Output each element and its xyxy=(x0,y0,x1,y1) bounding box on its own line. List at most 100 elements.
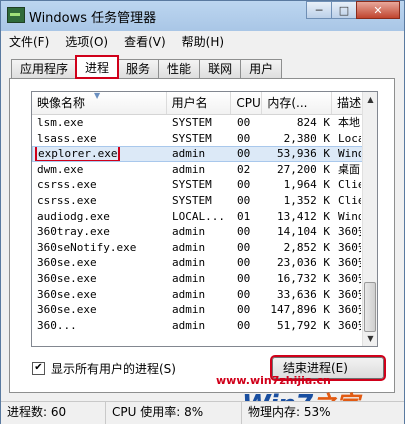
cell-user: admin xyxy=(172,162,206,176)
cell-mem: 1,352 K xyxy=(283,193,330,207)
cell-name: lsass.exe xyxy=(37,131,97,145)
cell-user: admin xyxy=(172,318,206,332)
cell-cpu: 00 xyxy=(237,116,251,129)
menu-bar: 文件(F) 选项(O) 查看(V) 帮助(H) xyxy=(1,31,404,51)
cell-mem: 53,936 K xyxy=(277,147,330,161)
cell-mem: 51,792 K xyxy=(277,318,330,332)
tab-strip: 应用程序 进程 服务 性能 联网 用户 xyxy=(11,55,283,79)
cell-cpu: 00 xyxy=(237,147,251,161)
show-all-users-label: 显示所有用户的进程(S) xyxy=(51,362,176,376)
show-all-users-option[interactable]: ✔ 显示所有用户的进程(S) xyxy=(32,360,176,377)
list-header: ▼ 映像名称 用户名 CPU 内存(... 描述 xyxy=(32,92,377,115)
table-row[interactable]: csrss.exe SYSTEM 00 1,964 K Clie xyxy=(32,177,377,193)
scroll-down-icon[interactable]: ▼ xyxy=(363,331,377,346)
table-row[interactable]: csrss.exe SYSTEM 00 1,352 K Clie xyxy=(32,193,377,209)
table-row[interactable]: audiodg.exe LOCAL... 01 13,412 K Windo xyxy=(32,209,377,225)
cell-name: 360tray.exe xyxy=(37,225,110,239)
column-header-image-name[interactable]: ▼ 映像名称 xyxy=(32,92,167,114)
table-row[interactable]: dwm.exe admin 02 27,200 K 桌面 xyxy=(32,162,377,178)
cell-name: 360se.exe xyxy=(37,303,97,317)
cell-user: admin xyxy=(172,147,206,161)
cell-desc: 360安 xyxy=(338,225,361,239)
table-row[interactable]: lsm.exe SYSTEM 00 824 K 本地 xyxy=(32,115,377,131)
cell-name: 360se.exe xyxy=(37,271,97,285)
window-title: Windows 任务管理器 xyxy=(29,11,157,26)
cell-cpu: 00 xyxy=(237,193,251,207)
close-button[interactable]: ✕ xyxy=(356,1,400,19)
cell-desc: Clie xyxy=(338,193,361,207)
cell-cpu: 00 xyxy=(237,318,251,332)
table-row[interactable]: 360se.exe admin 00 33,636 K 360安 xyxy=(32,287,377,303)
cell-name: 360seNotify.exe xyxy=(37,240,137,254)
cell-cpu: 00 xyxy=(237,131,251,145)
cell-desc: Local xyxy=(338,131,361,145)
table-row[interactable]: explorer.exe admin 00 53,936 K Windo xyxy=(32,146,377,162)
cell-user: SYSTEM xyxy=(172,131,212,145)
sort-arrow-icon: ▼ xyxy=(94,92,101,100)
tab-services[interactable]: 服务 xyxy=(117,59,160,78)
process-list[interactable]: ▼ 映像名称 用户名 CPU 内存(... 描述 lsm.exe SYSTEM 00… xyxy=(31,91,378,347)
status-process-count: 进程数: 60 xyxy=(1,402,106,424)
minimize-button[interactable]: ─ xyxy=(306,1,332,19)
cell-name: 360se.exe xyxy=(37,287,97,301)
cell-user: SYSTEM xyxy=(172,193,212,207)
cell-mem: 14,104 K xyxy=(277,225,330,239)
task-manager-icon xyxy=(7,7,25,23)
vertical-scrollbar[interactable]: ▲ ▼ xyxy=(362,92,377,346)
cell-desc: 360安 xyxy=(338,287,361,301)
cell-name: lsm.exe xyxy=(37,116,84,129)
tab-users[interactable]: 用户 xyxy=(240,59,283,78)
cell-mem: 2,380 K xyxy=(283,131,330,145)
menu-file[interactable]: 文件(F) xyxy=(1,31,57,51)
scroll-thumb[interactable] xyxy=(364,282,376,332)
tab-applications[interactable]: 应用程序 xyxy=(11,59,78,78)
cell-cpu: 00 xyxy=(237,178,251,192)
table-row[interactable]: 360se.exe admin 00 23,036 K 360安 xyxy=(32,255,377,271)
status-bar: 进程数: 60 CPU 使用率: 8% 物理内存: 53% xyxy=(1,401,404,424)
cell-mem: 27,200 K xyxy=(277,162,330,176)
tab-processes[interactable]: 进程 xyxy=(75,55,120,79)
cell-mem: 16,732 K xyxy=(277,271,330,285)
table-row[interactable]: 360... admin 00 51,792 K 360安 xyxy=(32,318,377,334)
cell-user: admin xyxy=(172,287,206,301)
cell-user: admin xyxy=(172,256,206,270)
cell-mem: 824 K xyxy=(296,116,330,129)
cell-mem: 1,964 K xyxy=(283,178,330,192)
menu-view[interactable]: 查看(V) xyxy=(116,31,174,51)
show-all-users-checkbox[interactable]: ✔ xyxy=(32,362,45,375)
table-row[interactable]: 360se.exe admin 00 16,732 K 360安 xyxy=(32,271,377,287)
table-row[interactable]: 360seNotify.exe admin 00 2,852 K 360安 xyxy=(32,240,377,256)
cell-desc: Windo xyxy=(338,147,361,161)
maximize-button[interactable]: □ xyxy=(331,1,357,19)
title-bar[interactable]: Windows 任务管理器 ─ □ ✕ xyxy=(1,1,404,29)
column-header-user-name[interactable]: 用户名 xyxy=(167,92,232,114)
cell-mem: 147,896 K xyxy=(270,303,330,317)
menu-help[interactable]: 帮助(H) xyxy=(174,31,232,51)
cell-cpu: 00 xyxy=(237,287,251,301)
status-cpu-usage: CPU 使用率: 8% xyxy=(106,402,242,424)
table-row[interactable]: 360se.exe admin 00 147,896 K 360安 xyxy=(32,302,377,318)
cell-cpu: 02 xyxy=(237,162,251,176)
cell-user: admin xyxy=(172,225,206,239)
cell-desc: Windo xyxy=(338,209,361,223)
column-header-memory[interactable]: 内存(... xyxy=(262,92,333,114)
tab-performance[interactable]: 性能 xyxy=(158,59,201,78)
cell-cpu: 01 xyxy=(237,209,251,223)
processes-panel: ▼ 映像名称 用户名 CPU 内存(... 描述 lsm.exe SYSTEM 00… xyxy=(9,78,395,420)
cell-desc: 360安 xyxy=(338,318,361,332)
cell-cpu: 00 xyxy=(237,303,251,317)
cell-user: SYSTEM xyxy=(172,178,212,192)
cell-user: admin xyxy=(172,240,206,254)
cell-name: explorer.exe xyxy=(34,146,121,162)
table-row[interactable]: 360tray.exe admin 00 14,104 K 360安 xyxy=(32,224,377,240)
cell-name: csrss.exe xyxy=(37,178,97,192)
scroll-up-icon[interactable]: ▲ xyxy=(363,92,377,107)
cell-user: admin xyxy=(172,271,206,285)
menu-options[interactable]: 选项(O) xyxy=(57,31,116,51)
cell-name: 360se.exe xyxy=(37,256,97,270)
main-body: 应用程序 进程 服务 性能 联网 用户 ▼ 映像名称 用户名 CPU 内存(..… xyxy=(1,51,404,420)
tab-networking[interactable]: 联网 xyxy=(199,59,242,78)
task-manager-window: Windows 任务管理器 ─ □ ✕ 文件(F) 选项(O) 查看(V) 帮助… xyxy=(0,0,405,424)
column-header-cpu[interactable]: CPU xyxy=(231,92,263,114)
table-row[interactable]: lsass.exe SYSTEM 00 2,380 K Local xyxy=(32,131,377,147)
